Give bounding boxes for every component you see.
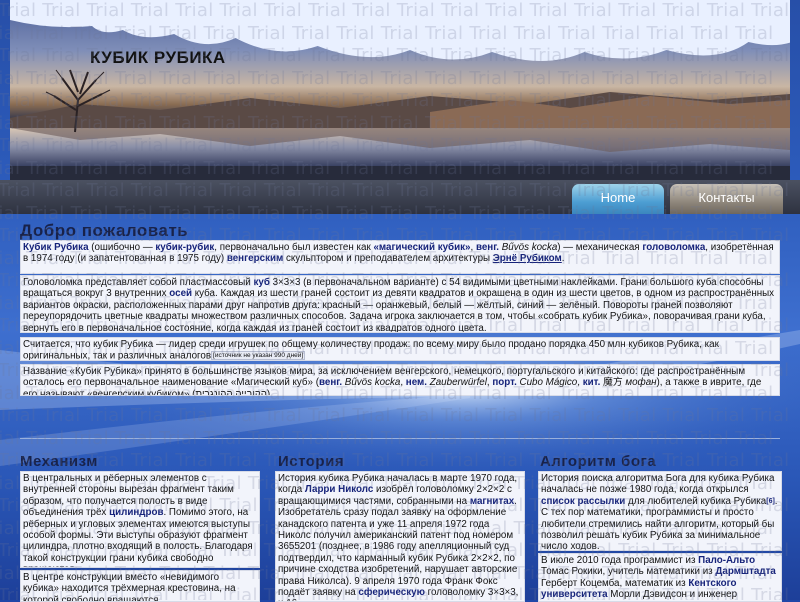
text: Томас Рокики, учитель математики из xyxy=(541,566,716,578)
mechanism-paragraph-2: В центре конструкции вместо «невидимого … xyxy=(20,570,260,602)
nav-bar: Home Контакты xyxy=(0,180,800,214)
link-reference-6[interactable]: [6] xyxy=(766,498,775,505)
text: В июле 2010 года программист из xyxy=(541,555,699,566)
mechanism-paragraph-1: В центральных и рёберных элементов с вну… xyxy=(20,471,260,568)
portuguese-name: Cubo Mágico xyxy=(516,377,578,389)
link-axes[interactable]: осей xyxy=(169,288,192,299)
text: Герберт Коцемба, математик из xyxy=(541,577,689,589)
link-erno-rubik[interactable]: Эрнё Рубиком xyxy=(493,253,562,264)
link-lang-pt[interactable]: порт. xyxy=(492,377,516,388)
tab-home[interactable]: Home xyxy=(572,184,664,214)
text: . xyxy=(561,253,565,265)
text: (ошибочно — xyxy=(88,242,156,253)
history-paragraph-1: История кубика Рубика началась в марте 1… xyxy=(275,471,525,602)
link-spherical[interactable]: сферическую xyxy=(358,587,425,598)
text: скульптором и преподавателем архитектуры xyxy=(283,253,493,265)
link-hungarian[interactable]: венгерским xyxy=(227,253,283,264)
term-rubiks-cube: Кубик Рубика xyxy=(23,242,89,253)
mechanism-heading: Механизм xyxy=(20,453,98,470)
text: В центре конструкции вместо «невидимого … xyxy=(23,572,236,602)
link-kubik-rubik[interactable]: кубик-рубик xyxy=(155,242,214,253)
german-name: Zauberwürfel xyxy=(427,377,487,389)
welcome-paragraph-names: Название «Кубик Рубика» принято в больши… xyxy=(20,364,780,396)
algorithm-heading: Алгоритм бога xyxy=(540,453,657,470)
link-darmstadt[interactable]: Дармштадта xyxy=(715,566,775,577)
chinese-name: 魔方 xyxy=(600,377,623,389)
hungarian-name: Bűvös kocka xyxy=(342,377,401,389)
text: Головоломка представляет собой пластмасс… xyxy=(23,277,254,288)
welcome-paragraph-sales: Считается, что кубик Рубика — лидер сред… xyxy=(20,337,780,361)
text: ) — механическая xyxy=(557,242,643,253)
link-palo-alto[interactable]: Пало-Альто xyxy=(698,555,755,566)
link-mailing-list[interactable]: список рассылки xyxy=(541,496,625,507)
welcome-paragraph-intro: Кубик Рубика (ошибочно — кубик-рубик, пе… xyxy=(20,240,780,274)
text: для любителей кубика Рубика xyxy=(625,495,767,507)
chinese-transliteration: мофан xyxy=(622,377,657,389)
link-cube[interactable]: куб xyxy=(253,277,269,288)
link-lang-hu[interactable]: венг. xyxy=(319,377,342,388)
hungarian-name: Bűvös kocka xyxy=(499,242,558,253)
welcome-paragraph-description: Головоломка представляет собой пластмасс… xyxy=(20,275,780,333)
text: , первоначально был известен как xyxy=(214,242,374,253)
text: . Изобретатель сразу подал заявку на офо… xyxy=(278,495,518,599)
algorithm-paragraph-1: История поиска алгоритма Бога для кубика… xyxy=(538,471,782,551)
link-larry-nichols[interactable]: Ларри Николс xyxy=(305,484,373,495)
term-magic-cube: «магический кубик» xyxy=(373,242,471,253)
section-divider xyxy=(20,438,780,439)
text: Считается, что кубик Рубика — лидер сред… xyxy=(23,339,719,361)
history-heading: История xyxy=(278,453,345,470)
link-magnets[interactable]: магнитах xyxy=(470,496,514,507)
header-banner: КУБИК РУБИКА xyxy=(10,0,790,180)
site-title: КУБИК РУБИКА xyxy=(90,48,226,67)
link-lang-hu[interactable]: венг. xyxy=(476,242,499,253)
text: История поиска алгоритма Бога для кубика… xyxy=(541,473,775,496)
citation-needed-note[interactable]: [источник не указан 990 дней] xyxy=(211,351,306,360)
welcome-heading: Добро пожаловать xyxy=(20,221,189,240)
link-lang-de[interactable]: нем. xyxy=(406,377,427,388)
tab-contacts[interactable]: Контакты xyxy=(670,184,783,214)
link-lang-zh[interactable]: кит. xyxy=(583,377,601,388)
text: Морли Дэвидсон и инженер xyxy=(607,589,738,601)
link-puzzle[interactable]: головоломка xyxy=(642,242,705,253)
link-cylinders[interactable]: цилиндров xyxy=(109,507,163,518)
algorithm-paragraph-2: В июле 2010 года программист из Пало-Аль… xyxy=(538,553,782,602)
